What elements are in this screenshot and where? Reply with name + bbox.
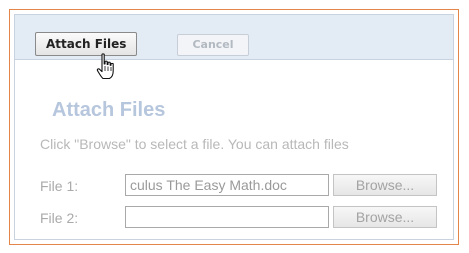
file-1-browse-button[interactable]: Browse...	[333, 174, 437, 196]
file-2-browse-button[interactable]: Browse...	[333, 206, 437, 228]
cancel-button[interactable]: Cancel	[177, 34, 249, 56]
hand-pointer-icon	[96, 53, 114, 80]
file-1-label: File 1:	[40, 178, 79, 194]
screenshot-frame: Attach Files Cancel Attach Files Click "…	[9, 9, 459, 245]
attach-files-button[interactable]: Attach Files	[35, 32, 138, 56]
file-2-input[interactable]	[125, 206, 329, 228]
file-2-label: File 2:	[40, 210, 79, 226]
instructions-text: Click "Browse" to select a file. You can…	[40, 136, 349, 152]
file-1-input[interactable]: culus The Easy Math.doc	[125, 174, 329, 196]
dialog-title: Attach Files	[52, 99, 166, 121]
toolbar: Attach Files Cancel	[15, 15, 453, 60]
attach-files-panel: Attach Files Cancel Attach Files Click "…	[14, 14, 454, 240]
